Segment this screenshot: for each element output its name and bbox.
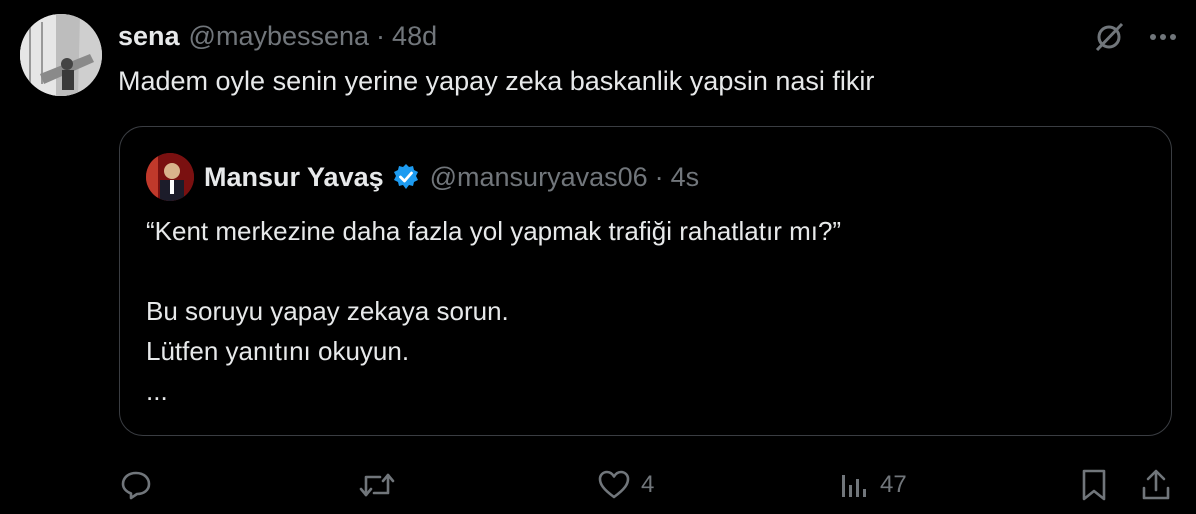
author-handle[interactable]: @maybessena xyxy=(189,21,370,52)
views-icon xyxy=(838,469,870,501)
quoted-author-name[interactable]: Mansur Yavaş xyxy=(204,162,384,193)
timestamp[interactable]: 48d xyxy=(392,21,437,52)
quoted-tweet[interactable]: Mansur Yavaş @mansuryavas06 · 4s “Kent m… xyxy=(119,126,1172,436)
quoted-text-line: “Kent merkezine daha fazla yol yapmak tr… xyxy=(146,216,842,246)
like-count: 4 xyxy=(641,471,655,498)
tweet-top-icons xyxy=(1092,20,1178,54)
quoted-text-line: Lütfen yanıtını okuyun. xyxy=(146,336,410,366)
verified-badge-icon xyxy=(392,163,420,191)
quoted-author-handle[interactable]: @mansuryavas06 xyxy=(430,162,648,193)
share-button[interactable] xyxy=(1140,462,1172,508)
reply-icon xyxy=(120,469,152,501)
quoted-timestamp[interactable]: 4s xyxy=(671,162,700,193)
views-count: 47 xyxy=(880,471,907,498)
grok-icon[interactable] xyxy=(1092,20,1126,54)
repost-button[interactable] xyxy=(358,462,406,508)
quoted-text-line: ... xyxy=(146,376,168,406)
like-button[interactable]: 4 xyxy=(597,462,654,508)
bookmark-icon xyxy=(1080,468,1108,502)
quoted-text-line xyxy=(146,251,841,291)
views-button[interactable]: 47 xyxy=(838,462,907,508)
bookmark-button[interactable] xyxy=(1080,462,1108,508)
tweet-text: Madem oyle senin yerine yapay zeka baska… xyxy=(118,66,875,96)
quoted-separator-dot: · xyxy=(654,161,664,192)
reply-button[interactable] xyxy=(120,462,162,508)
avatar[interactable] xyxy=(20,14,102,96)
quoted-text-line: Bu soruyu yapay zekaya sorun. xyxy=(146,296,509,326)
repost-icon xyxy=(358,469,396,501)
quoted-avatar[interactable] xyxy=(146,153,194,201)
more-icon[interactable] xyxy=(1148,22,1178,52)
quoted-text: “Kent merkezine daha fazla yol yapmak tr… xyxy=(146,211,841,411)
separator-dot: · xyxy=(376,20,386,51)
quoted-header: Mansur Yavaş @mansuryavas06 · 4s xyxy=(146,151,699,203)
share-icon xyxy=(1140,468,1172,502)
action-bar: 4 47 xyxy=(0,462,1196,508)
tweet-header: sena @maybessena · 48d xyxy=(118,18,437,54)
like-icon xyxy=(597,469,631,501)
author-name[interactable]: sena xyxy=(118,21,180,52)
